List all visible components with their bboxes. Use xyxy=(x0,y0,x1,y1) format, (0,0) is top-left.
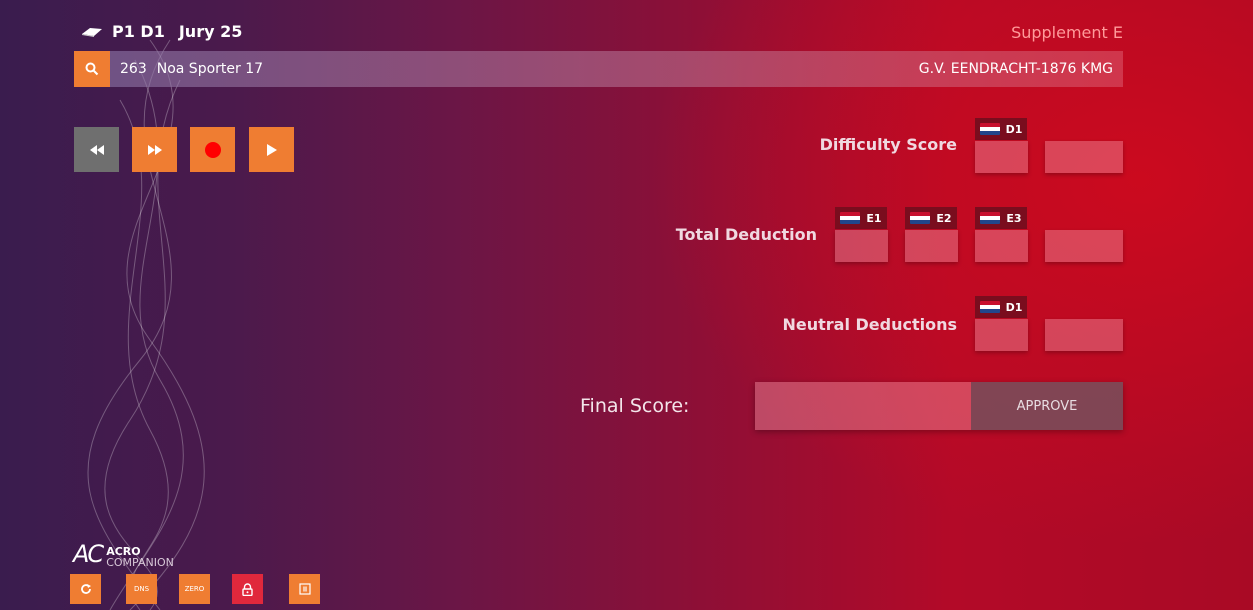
search-icon xyxy=(85,62,99,76)
supplement-label: Supplement E xyxy=(1011,23,1123,42)
deduction-e3-input[interactable] xyxy=(975,230,1028,262)
judge-label: E2 xyxy=(936,211,952,225)
final-score-label: Final Score: xyxy=(580,395,690,417)
nl-flag-icon xyxy=(979,123,1000,135)
difficulty-d1-input[interactable] xyxy=(975,141,1028,173)
refresh-button[interactable] xyxy=(70,574,101,604)
acro-companion-logo: AC ACRO COMPANION xyxy=(73,540,174,568)
approve-button[interactable]: APPROVE xyxy=(971,382,1123,430)
record-button[interactable] xyxy=(190,127,235,172)
final-score-bar: APPROVE xyxy=(755,382,1123,430)
nl-flag-icon xyxy=(980,212,1001,224)
nl-flag-icon xyxy=(979,301,1000,313)
logo-text: ACRO COMPANION xyxy=(106,546,174,568)
background-curves xyxy=(87,39,205,610)
nl-flag-icon xyxy=(910,212,931,224)
zero-button[interactable]: ZERO xyxy=(179,574,210,604)
judge-tag-e2: E2 xyxy=(905,207,957,229)
deduction-e1-input[interactable] xyxy=(835,230,888,262)
rewind-button[interactable] xyxy=(74,127,119,172)
judge-tag-d1: D1 xyxy=(975,296,1027,318)
rewind-icon xyxy=(89,144,104,155)
pause-button[interactable] xyxy=(289,574,320,604)
refresh-icon xyxy=(80,584,91,594)
dns-button[interactable]: DNS xyxy=(126,574,157,604)
session-title: P1 D1 Jury 25 xyxy=(80,22,242,41)
total-deduction-label: Total Deduction xyxy=(675,225,817,244)
pause-icon xyxy=(298,583,311,595)
difficulty-score-label: Difficulty Score xyxy=(819,135,957,154)
play-icon xyxy=(266,143,277,156)
judge-screen: P1 D1 Jury 25 Supplement E 263 Noa Sport… xyxy=(0,0,1253,610)
nl-flag-icon xyxy=(840,212,861,224)
judge-tag-e1: E1 xyxy=(835,207,887,229)
athlete-number: 263 xyxy=(120,61,147,77)
session-label: P1 D1 xyxy=(112,22,165,41)
jury-label: Jury 25 xyxy=(178,22,243,41)
athlete-bar[interactable]: 263 Noa Sporter 17 G.V. EENDRACHT-1876 K… xyxy=(74,51,1123,87)
play-button[interactable] xyxy=(249,127,294,172)
lock-button[interactable] xyxy=(232,574,263,604)
neutral-total-field xyxy=(1045,319,1123,351)
neutral-deductions-label: Neutral Deductions xyxy=(782,315,957,334)
fast-forward-icon xyxy=(147,144,162,155)
record-icon xyxy=(204,141,221,158)
athlete-name: Noa Sporter 17 xyxy=(156,61,264,77)
judge-label: D1 xyxy=(1005,300,1023,314)
judge-tag-d1: D1 xyxy=(975,118,1027,140)
lock-icon xyxy=(242,582,253,596)
logo-line2: COMPANION xyxy=(106,556,174,569)
deduction-total-field xyxy=(1045,230,1123,262)
club-name: G.V. EENDRACHT-1876 KMG xyxy=(918,61,1113,77)
judge-label: E3 xyxy=(1006,211,1022,225)
fast-forward-button[interactable] xyxy=(132,127,177,172)
judge-tag-e3: E3 xyxy=(975,207,1027,229)
judge-label: E1 xyxy=(866,211,882,225)
search-button[interactable] xyxy=(74,51,110,87)
deduction-e2-input[interactable] xyxy=(905,230,958,262)
mat-icon xyxy=(82,27,102,37)
neutral-d1-input[interactable] xyxy=(975,319,1028,351)
final-score-value xyxy=(755,382,971,430)
judge-label: D1 xyxy=(1005,122,1023,136)
difficulty-total-field xyxy=(1045,141,1123,173)
logo-mark: AC xyxy=(73,540,104,568)
